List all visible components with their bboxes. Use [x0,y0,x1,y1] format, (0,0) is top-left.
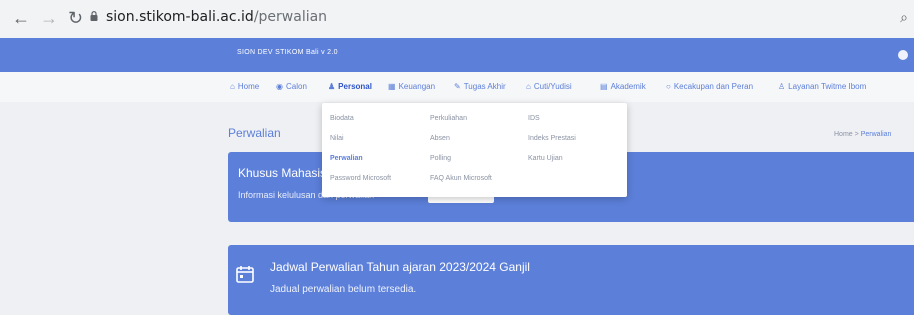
brand-label: SION DEV STIKOM Bali v 2.0 [237,49,338,56]
dropdown-item-indeks-prestasi[interactable]: Indeks Prestasi [528,135,576,142]
user-avatar[interactable] [898,50,908,60]
personal-dropdown: Biodata Nilai Perwalian Password Microso… [322,103,627,197]
breadcrumb-current: Perwalian [860,131,892,138]
calendar-icon [236,266,254,283]
dropdown-item-ids[interactable]: IDS [528,115,540,122]
building-icon: ⌂ [526,82,531,91]
menu-item-layanan[interactable]: ♙ Layanan Twitme Ibom [778,82,866,91]
main-menu: ⌂ Home ◉ Calon ♟ Personal ▦ Keuangan ✎ Tugas … [0,72,914,102]
circle-icon: ○ [666,82,671,91]
book-icon: ▤ [600,82,608,91]
dropdown-item-faq-microsoft[interactable]: FAQ Akun Microsoft [430,175,492,182]
menu-item-kecakupan[interactable]: ○ Kecakupan dan Peran [666,82,753,91]
dropdown-item-biodata[interactable]: Biodata [330,115,354,122]
home-icon: ⌂ [230,82,235,91]
menu-item-akademik[interactable]: ▤ Akademik [600,82,646,91]
breadcrumb-home[interactable]: Home [834,131,853,138]
person-icon: ♙ [778,82,786,91]
user-icon: ♟ [328,82,336,91]
page-title: Perwalian [228,126,281,140]
browser-toolbar: ← → ↻ sion.stikom-bali.ac.id/perwalian ⌕ [0,0,914,39]
dropdown-item-perwalian[interactable]: Perwalian [330,155,363,162]
menu-item-tugas-akhir[interactable]: ✎ Tugas Akhir [454,82,506,91]
schedule-text: Jadual perwalian belum tersedia. [270,284,417,295]
url-path: /perwalian [253,9,328,25]
dropdown-item-kartu-ujian[interactable]: Kartu Ujian [528,155,563,162]
dropdown-item-absen[interactable]: Absen [430,135,450,142]
pen-icon: ✎ [454,82,461,91]
back-icon[interactable]: ← [12,8,30,28]
reload-icon[interactable]: ↻ [68,8,83,28]
dropdown-item-polling[interactable]: Polling [430,155,451,162]
menu-item-personal[interactable]: ♟ Personal [328,82,372,91]
menu-item-keuangan[interactable]: ▦ Keuangan [388,82,435,91]
dropdown-item-perkuliahan[interactable]: Perkuliahan [430,115,467,122]
address-bar[interactable]: sion.stikom-bali.ac.id/perwalian [106,9,327,25]
dropdown-item-password-microsoft[interactable]: Password Microsoft [330,175,391,182]
lock-icon [90,11,98,21]
menu-item-calon[interactable]: ◉ Calon [276,82,307,91]
url-domain: sion.stikom-bali.ac.id [106,9,254,25]
breadcrumb: Home > Perwalian [834,131,891,138]
top-bar: SION DEV STIKOM Bali v 2.0 [0,38,914,72]
schedule-heading: Jadwal Perwalian Tahun ajaran 2023/2024 … [270,260,530,274]
forward-icon[interactable]: → [40,8,58,28]
dropdown-item-nilai[interactable]: Nilai [330,135,344,142]
schedule-card: Jadwal Perwalian Tahun ajaran 2023/2024 … [228,245,914,315]
breadcrumb-separator: > [854,131,859,138]
menu-item-home[interactable]: ⌂ Home [230,82,259,91]
zoom-icon[interactable]: ⌕ [900,9,908,26]
grid-icon: ▦ [388,82,396,91]
globe-icon: ◉ [276,82,283,91]
menu-item-cuti[interactable]: ⌂ Cuti/Yudisi [526,82,572,91]
